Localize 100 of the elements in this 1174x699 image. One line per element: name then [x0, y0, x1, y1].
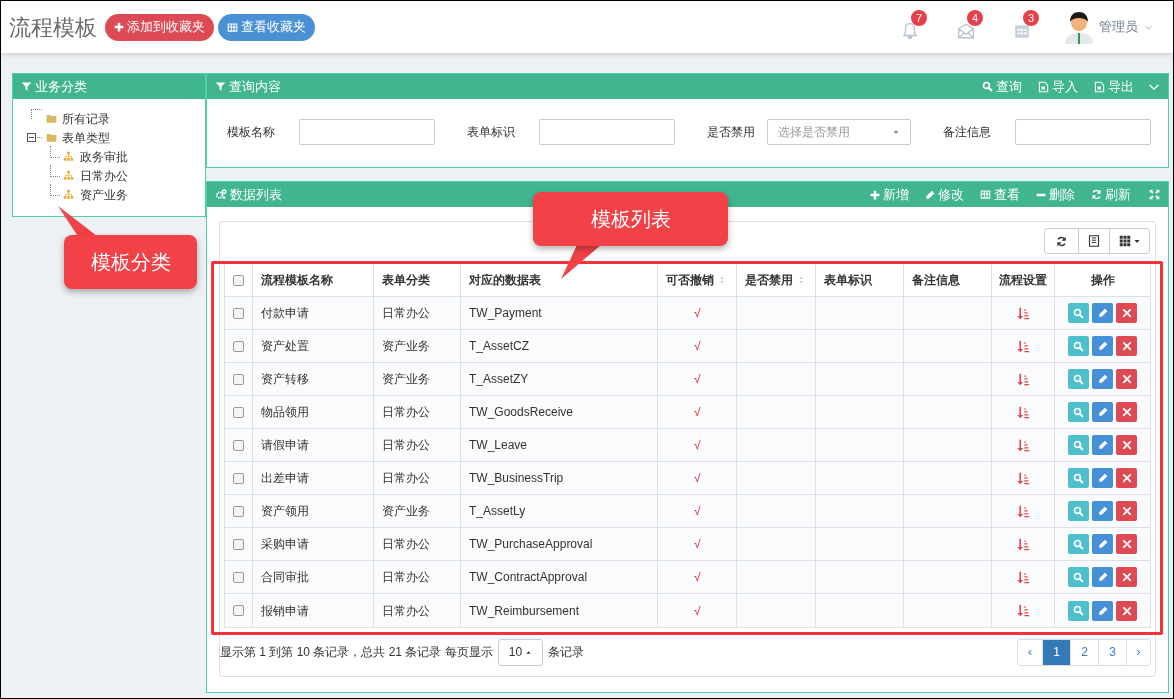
export-action[interactable]: 导出 [1094, 76, 1134, 97]
delete-button[interactable] [1116, 534, 1138, 554]
input-field[interactable] [539, 119, 675, 145]
user-name[interactable]: 管理员 [1099, 17, 1138, 37]
view-button[interactable] [1068, 435, 1090, 455]
delete-button[interactable] [1116, 369, 1138, 389]
edit-button[interactable] [1092, 468, 1114, 488]
folder-icon [45, 132, 58, 143]
funnel-icon [21, 81, 32, 92]
edit-button[interactable] [1092, 435, 1114, 455]
view-button[interactable] [1068, 600, 1090, 621]
edit-button[interactable] [1092, 501, 1114, 521]
calendar-icon [1013, 22, 1031, 40]
pencil-icon [1097, 308, 1108, 318]
refresh-action[interactable]: 刷新 [1091, 184, 1131, 205]
table-cell-text: 日常办公 [382, 536, 431, 553]
tree-item[interactable]: 政务审批 [80, 147, 128, 166]
checkbox[interactable] [232, 472, 244, 484]
add-action[interactable]: 新增 [870, 184, 909, 205]
edit-action[interactable]: 修改 [925, 184, 964, 205]
checkbox[interactable] [232, 274, 244, 286]
view-button[interactable] [1068, 303, 1090, 323]
checkbox[interactable] [232, 406, 244, 418]
checkbox[interactable] [232, 340, 244, 352]
search-icon [1073, 472, 1085, 484]
pencil-icon [1097, 539, 1108, 549]
page-size-select[interactable]: 10 [497, 638, 544, 666]
view-action[interactable]: 查看 [980, 184, 1020, 205]
mail-notification[interactable]: 4 [957, 10, 983, 40]
column-header[interactable]: 可否撤销 [666, 271, 715, 289]
view-button[interactable] [1068, 468, 1090, 488]
column-header[interactable]: 是否禁用 [745, 271, 794, 289]
delete-button[interactable] [1116, 567, 1138, 587]
view-button[interactable] [1068, 402, 1090, 422]
checkbox[interactable] [232, 505, 244, 517]
import-action[interactable]: 导入 [1038, 76, 1078, 97]
tree-item[interactable]: 资产业务 [80, 185, 128, 204]
delete-button[interactable] [1116, 402, 1138, 422]
input-field[interactable] [1015, 119, 1151, 145]
pencil-icon [1097, 440, 1108, 450]
checkbox[interactable] [232, 439, 244, 451]
edit-button[interactable] [1092, 534, 1114, 554]
search-action[interactable]: 查询 [982, 76, 1022, 97]
edit-button[interactable] [1092, 336, 1114, 356]
table-cell-text: 资产业务 [382, 503, 431, 520]
close-icon [1121, 407, 1132, 417]
select-field[interactable]: 选择是否禁用 [767, 119, 911, 145]
page-button[interactable]: 1 [1042, 639, 1070, 665]
plus-icon [870, 189, 880, 200]
table-cell-text: 资产处置 [260, 338, 309, 355]
mail-icon [957, 22, 975, 40]
delete-button[interactable] [1116, 435, 1138, 455]
hierarchy-icon [63, 170, 74, 181]
close-icon [1121, 506, 1132, 516]
edit-button[interactable] [1092, 402, 1114, 422]
grid-icon [980, 189, 991, 200]
page-button[interactable]: 2 [1070, 639, 1098, 665]
delete-button[interactable] [1116, 468, 1138, 488]
checkbox[interactable] [232, 605, 244, 616]
checkbox[interactable] [232, 538, 244, 550]
delete-button[interactable] [1116, 501, 1138, 521]
checkbox[interactable] [232, 373, 244, 385]
edit-button[interactable] [1092, 567, 1114, 587]
close-icon [1121, 308, 1132, 318]
edit-button[interactable] [1092, 369, 1114, 389]
list-icon [1088, 235, 1100, 247]
delete-button[interactable] [1116, 336, 1138, 356]
hierarchy-icon [63, 151, 74, 162]
edit-button[interactable] [1092, 303, 1114, 323]
column-header: 流程模板名称 [260, 272, 333, 289]
checkbox[interactable] [232, 307, 244, 319]
collapse-toggle-icon[interactable] [27, 133, 36, 142]
page-button[interactable]: 3 [1098, 639, 1126, 665]
delete-action[interactable]: 删除 [1036, 184, 1075, 205]
tree-item[interactable]: 日常办公 [80, 166, 128, 185]
panel-title: 查询内容 [229, 77, 281, 96]
view-button[interactable] [1068, 567, 1090, 587]
next-page-button[interactable]: › [1126, 639, 1150, 665]
delete-button[interactable] [1116, 600, 1138, 621]
delete-button[interactable] [1116, 303, 1138, 323]
input-field[interactable] [299, 119, 435, 145]
table-cell-text: 日常办公 [382, 569, 431, 586]
tree-item[interactable]: 所有记录 [62, 109, 110, 128]
view-button[interactable] [1068, 501, 1090, 521]
edit-button[interactable] [1092, 600, 1114, 621]
panel-title: 数据列表 [230, 185, 282, 204]
view-button[interactable] [1068, 534, 1090, 554]
previous-page-button[interactable]: ‹ [1018, 639, 1042, 665]
view-favorites-button[interactable]: 查看收藏夹 [218, 13, 315, 41]
calendar-notification[interactable]: 3 [1013, 10, 1039, 40]
pencil-icon [1097, 341, 1108, 351]
view-button[interactable] [1068, 336, 1090, 356]
file-icon [1038, 80, 1049, 93]
caret-down-icon [1132, 237, 1141, 245]
checkbox[interactable] [232, 571, 244, 583]
tree-item[interactable]: 表单类型 [62, 128, 110, 147]
add-favorite-button[interactable]: 添加到收藏夹 [105, 13, 214, 41]
view-button[interactable] [1068, 369, 1090, 389]
bell-notification[interactable]: 7 [901, 10, 927, 40]
flow-settings-icon [1016, 306, 1030, 320]
